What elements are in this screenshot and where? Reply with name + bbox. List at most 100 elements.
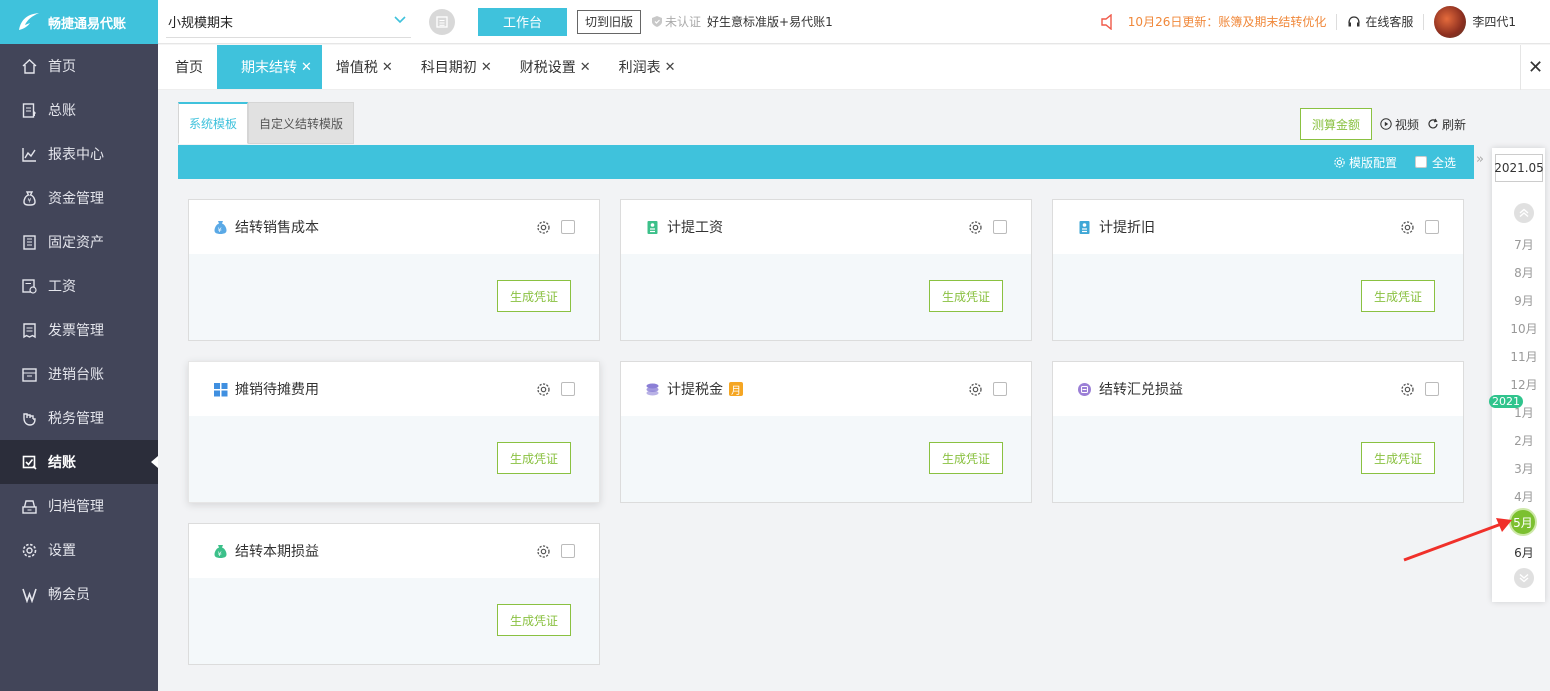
tab-3[interactable]: 科目期初 ✕ — [407, 45, 506, 89]
tab-0[interactable]: 首页 — [158, 45, 217, 89]
gear-icon[interactable] — [536, 220, 551, 235]
close-icon[interactable]: ✕ — [382, 60, 393, 75]
page-tabs: 首页 期末结转 ✕ 增值税 ✕ 科目期初 ✕ 财税设置 ✕ 利润表 ✕ ✕ — [158, 45, 1550, 90]
sidebar-item-4[interactable]: 固定资产 — [0, 220, 158, 264]
card-checkbox[interactable] — [993, 382, 1007, 396]
template-toolbar: 模版配置 全选 — [178, 145, 1474, 179]
card-checkbox[interactable] — [561, 382, 575, 396]
sidebar-item-10[interactable]: 归档管理 — [0, 484, 158, 528]
select-all-checkbox[interactable] — [1414, 156, 1427, 168]
sidebar-item-label: 报表中心 — [48, 147, 104, 163]
generate-voucher-button[interactable]: 生成凭证 — [1361, 280, 1435, 312]
month-item[interactable]: 8月 — [1492, 264, 1550, 281]
card-checkbox[interactable] — [561, 544, 575, 558]
month-item[interactable]: 12月 — [1492, 376, 1550, 393]
chevron-up-icon[interactable] — [1514, 203, 1534, 223]
generate-voucher-button[interactable]: 生成凭证 — [1361, 442, 1435, 474]
tab-5[interactable]: 利润表 ✕ — [605, 45, 690, 89]
online-service-link[interactable]: 在线客服 — [1347, 13, 1413, 30]
month-item[interactable]: 10月 — [1492, 320, 1550, 337]
month-item[interactable]: 7月 — [1492, 236, 1550, 253]
gear-icon[interactable] — [968, 382, 983, 397]
tab-4[interactable]: 财税设置 ✕ — [506, 45, 605, 89]
sidebar-item-12[interactable]: 畅会员 — [0, 572, 158, 616]
sidebar-item-1[interactable]: 总账 — [0, 88, 158, 132]
workbench-button[interactable]: 工作台 — [478, 7, 567, 36]
template-config-label: 模版配置 — [1348, 155, 1397, 170]
month-item[interactable]: 2月 — [1492, 432, 1550, 449]
card-header: ¥ 结转本期损益 — [189, 524, 599, 578]
generate-voucher-button[interactable]: 生成凭证 — [497, 280, 571, 312]
switch-old-version-button[interactable]: 切到旧版 — [577, 9, 642, 34]
close-icon[interactable]: ✕ — [665, 60, 676, 75]
card-header: ¥ 结转销售成本 — [189, 200, 599, 254]
card-checkbox[interactable] — [1425, 220, 1439, 234]
action-bar: 测算金额 视频 刷新 — [1299, 108, 1466, 140]
template-card: 计提工资 生成凭证 — [620, 199, 1032, 341]
tab-2[interactable]: 增值税 ✕ — [322, 45, 407, 89]
month-item[interactable]: 9月 — [1492, 292, 1550, 309]
measure-amount-button[interactable]: 测算金额 — [1299, 108, 1372, 140]
close-all-tabs-icon[interactable]: ✕ — [1520, 45, 1550, 90]
sidebar-item-label: 总账 — [48, 103, 76, 119]
tab-custom-template[interactable]: 自定义结转模版 — [248, 102, 355, 144]
generate-voucher-button[interactable]: 生成凭证 — [929, 280, 1003, 312]
video-label: 视频 — [1394, 117, 1419, 132]
coins-icon — [645, 382, 660, 397]
update-notice[interactable]: 10月26日更新：账簿及期末结转优化 — [1100, 13, 1326, 30]
video-link[interactable]: 视频 — [1380, 116, 1419, 133]
generate-voucher-button[interactable]: 生成凭证 — [497, 604, 571, 636]
logo-icon — [16, 11, 42, 33]
calendar-icon[interactable] — [429, 8, 455, 35]
period-input[interactable]: 2021.05 — [1494, 154, 1544, 182]
refresh-link[interactable]: 刷新 — [1427, 116, 1466, 133]
card-header: 计提折旧 — [1053, 200, 1463, 254]
chevron-down-icon[interactable] — [1514, 568, 1534, 588]
card-checkbox[interactable] — [561, 220, 575, 234]
template-subtabs: 系统模板 自定义结转模版 — [178, 102, 355, 144]
gear-icon[interactable] — [536, 382, 551, 397]
money-bag-icon: ¥ — [20, 189, 38, 207]
month-item[interactable]: 11月 — [1492, 348, 1550, 365]
double-chevron-right-icon[interactable]: » — [1476, 152, 1484, 167]
card-checkbox[interactable] — [993, 220, 1007, 234]
close-icon[interactable]: ✕ — [301, 60, 312, 75]
sidebar-item-3[interactable]: ¥ 资金管理 — [0, 176, 158, 220]
gear-icon[interactable] — [536, 544, 551, 559]
sidebar-item-label: 税务管理 — [48, 411, 104, 427]
sidebar-item-6[interactable]: 发票管理 — [0, 308, 158, 352]
company-select[interactable]: 小规模期末 — [166, 6, 411, 38]
gear-icon[interactable] — [968, 220, 983, 235]
template-config-link[interactable]: 模版配置 — [1333, 154, 1397, 171]
generate-voucher-button[interactable]: 生成凭证 — [497, 442, 571, 474]
close-icon[interactable]: ✕ — [580, 60, 591, 75]
month-item[interactable]: 4月 — [1492, 488, 1550, 505]
money-bag-icon: ¥ — [213, 220, 228, 235]
inventory-icon — [20, 365, 38, 383]
salary-icon — [20, 277, 38, 295]
logo[interactable]: 畅捷通易代账 — [0, 0, 158, 44]
sidebar-item-0[interactable]: 首页 — [0, 44, 158, 88]
sidebar-item-8[interactable]: 税务管理 — [0, 396, 158, 440]
user-menu[interactable]: 李四代1 — [1434, 5, 1516, 38]
close-icon[interactable]: ✕ — [481, 60, 492, 75]
sidebar-item-5[interactable]: 工资 — [0, 264, 158, 308]
month-item[interactable]: 3月 — [1492, 460, 1550, 477]
card-checkbox[interactable] — [1425, 382, 1439, 396]
gear-icon[interactable] — [1400, 220, 1415, 235]
certification-status[interactable]: 未认证 — [651, 13, 701, 30]
sidebar-item-7[interactable]: 进销台账 — [0, 352, 158, 396]
tab-system-template[interactable]: 系统模板 — [178, 102, 249, 144]
sidebar-item-11[interactable]: 设置 — [0, 528, 158, 572]
tab-1[interactable]: 期末结转 ✕ — [217, 45, 322, 89]
headset-icon — [1348, 15, 1360, 26]
speaker-icon — [1101, 13, 1112, 30]
card-title: 计提工资 — [667, 220, 723, 236]
sidebar-item-9[interactable]: 结账 — [0, 440, 158, 484]
gear-icon[interactable] — [1400, 382, 1415, 397]
sidebar-item-label: 设置 — [48, 543, 76, 559]
generate-voucher-button[interactable]: 生成凭证 — [929, 442, 1003, 474]
sidebar-item-2[interactable]: 报表中心 — [0, 132, 158, 176]
plan-label: 好生意标准版+易代账1 — [707, 15, 833, 29]
year-tag: 2021 — [1489, 395, 1523, 408]
